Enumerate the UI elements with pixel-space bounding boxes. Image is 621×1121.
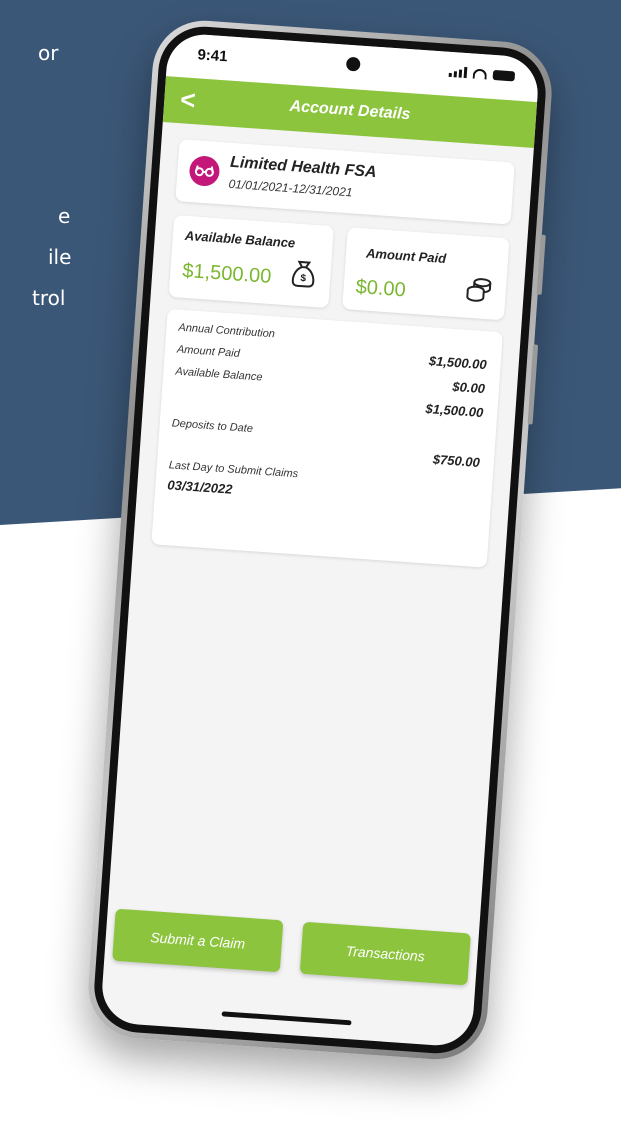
available-balance-row-label: Available Balance: [174, 365, 263, 384]
glasses-icon: [188, 155, 221, 188]
front-camera: [345, 56, 361, 72]
deposits-to-date-value: $750.00: [432, 451, 481, 470]
background-text-line: e: [58, 204, 71, 228]
background-text-line: trol: [32, 286, 66, 310]
signal-icon: [448, 66, 468, 79]
home-indicator[interactable]: [221, 1011, 352, 1026]
amount-paid-label: Amount Paid: [365, 245, 447, 267]
available-balance-row-value: $1,500.00: [425, 401, 484, 421]
background-text-line: or: [38, 41, 59, 65]
transactions-button[interactable]: Transactions: [299, 921, 471, 986]
background-text-line: ile: [48, 245, 72, 269]
svg-text:$: $: [300, 273, 307, 284]
account-details-card: Annual Contribution Amount Paid Availabl…: [151, 308, 503, 568]
plan-card[interactable]: Limited Health FSA 01/01/2021-12/31/2021: [175, 139, 515, 225]
last-day-value: 03/31/2022: [166, 477, 233, 497]
status-icons: [448, 66, 516, 82]
available-balance-value: $1,500.00: [181, 259, 272, 288]
money-bag-icon: $: [291, 260, 315, 288]
available-balance-label: Available Balance: [184, 227, 296, 251]
amount-paid-row-label: Amount Paid: [176, 343, 241, 360]
coins-icon: [466, 278, 492, 302]
phone-mockup: 9:41 < Account Details Limited Health FS…: [84, 17, 556, 1063]
amount-paid-row-value: $0.00: [451, 378, 486, 397]
battery-icon: [492, 69, 516, 81]
annual-contribution-label: Annual Contribution: [178, 321, 276, 341]
last-day-label: Last Day to Submit Claims: [168, 459, 299, 481]
submit-claim-button[interactable]: Submit a Claim: [112, 908, 284, 973]
screen: 9:41 < Account Details Limited Health FS…: [99, 32, 541, 1048]
plan-dates: 01/01/2021-12/31/2021: [228, 176, 353, 200]
deposits-to-date-label: Deposits to Date: [171, 417, 254, 436]
status-time: 9:41: [196, 46, 229, 66]
available-balance-card: Available Balance $1,500.00 $: [168, 215, 334, 309]
amount-paid-value: $0.00: [354, 275, 407, 302]
amount-paid-card: Amount Paid $0.00: [342, 227, 510, 321]
wifi-icon: [472, 68, 488, 79]
annual-contribution-value: $1,500.00: [428, 353, 488, 373]
